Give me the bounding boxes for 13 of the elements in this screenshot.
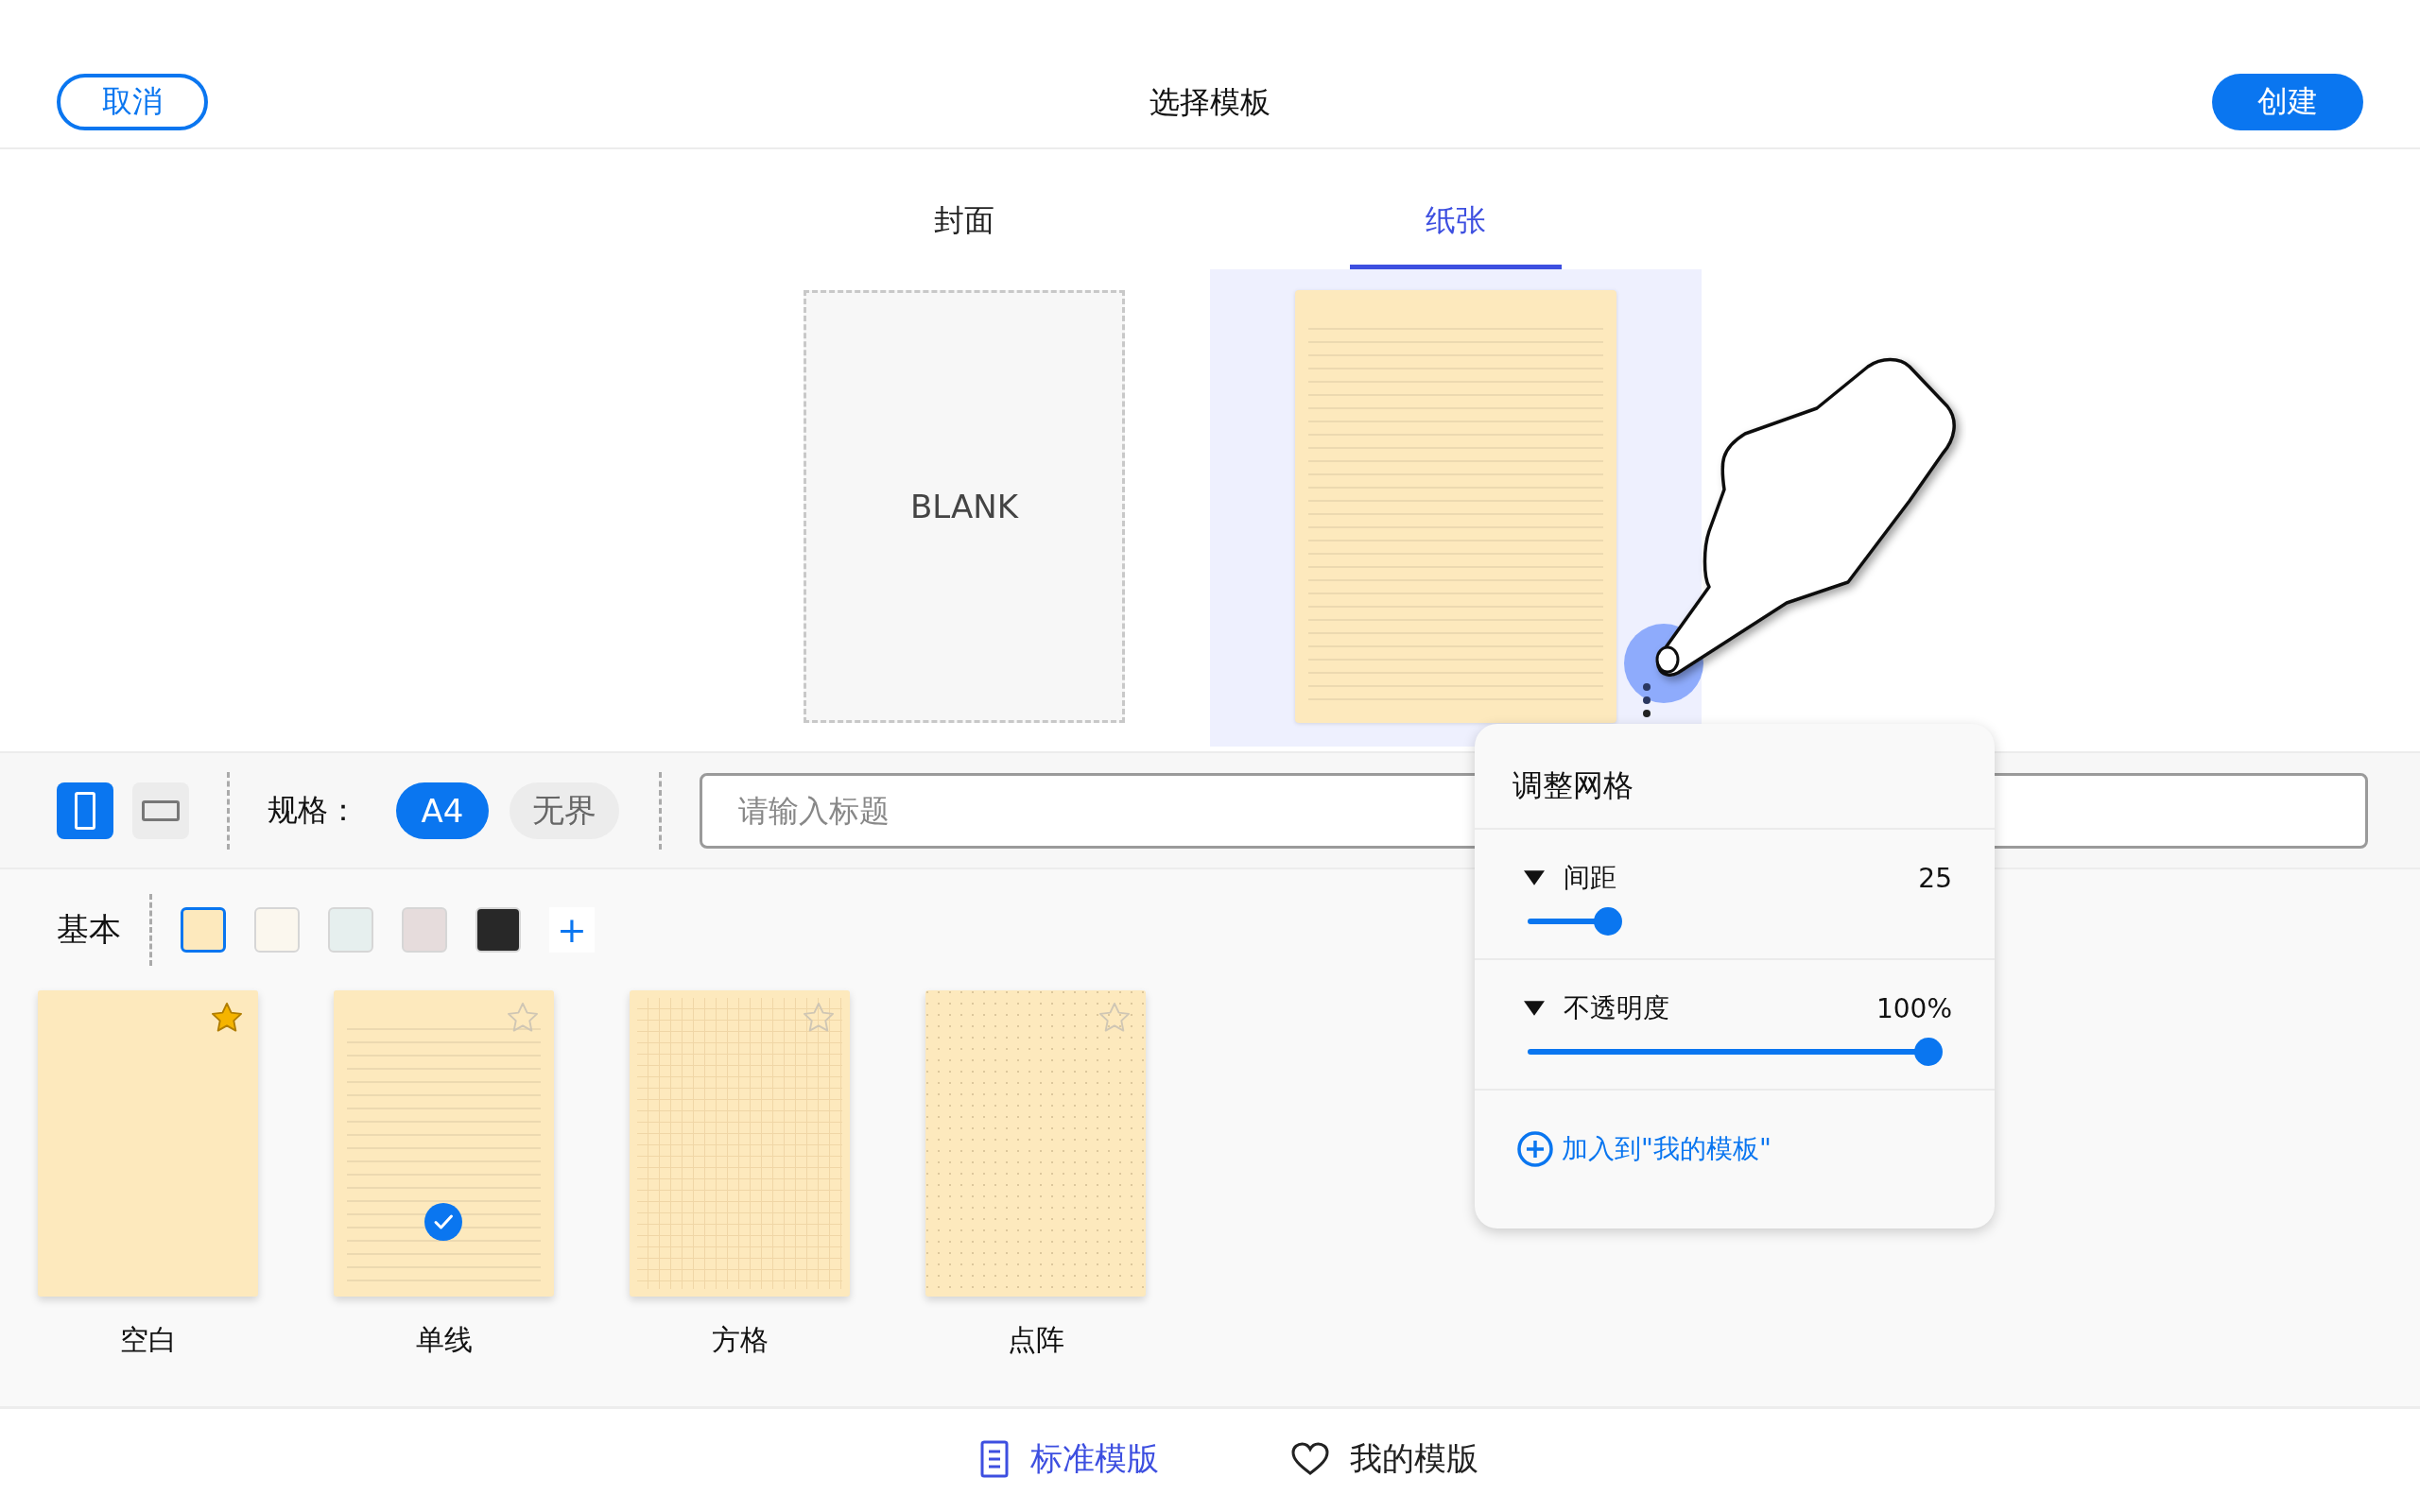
slider-value: 25 bbox=[1918, 862, 1952, 894]
popup-title: 调整网格 bbox=[1475, 724, 1995, 830]
size-label: 规格： bbox=[268, 790, 358, 830]
template-name: 方格 bbox=[711, 1322, 769, 1358]
slider-label: 间距 bbox=[1564, 861, 1616, 895]
slider-label: 不透明度 bbox=[1564, 991, 1669, 1025]
color-group-label: 基本 bbox=[57, 909, 121, 950]
template-name: 点阵 bbox=[1007, 1322, 1064, 1358]
template-name: 空白 bbox=[119, 1322, 177, 1358]
slider-value: 100% bbox=[1876, 992, 1952, 1024]
cover-label: BLANK bbox=[909, 488, 1018, 525]
template-name: 单线 bbox=[415, 1322, 473, 1358]
dialog-title: 选择模板 bbox=[1150, 83, 1270, 122]
